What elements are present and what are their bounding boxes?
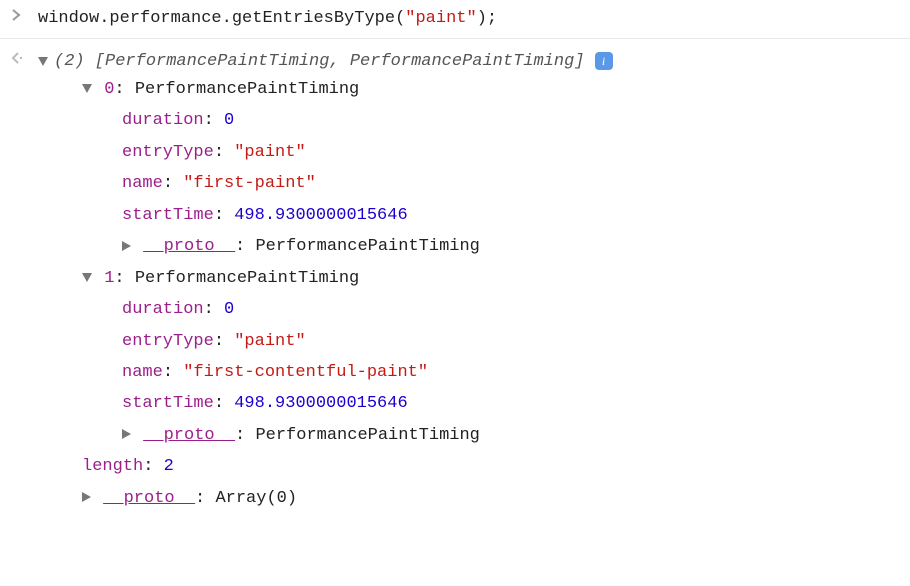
- expand-toggle-icon[interactable]: [82, 492, 91, 502]
- expand-toggle-icon[interactable]: [82, 273, 92, 282]
- property-value: "paint": [234, 332, 305, 351]
- entry-type: PerformancePaintTiming: [135, 80, 359, 99]
- property-row[interactable]: duration: 0: [38, 105, 902, 136]
- console-panel: window.performance.getEntriesByType("pai…: [0, 0, 910, 520]
- output-summary[interactable]: (2) [PerformancePaintTiming, Performance…: [38, 49, 902, 75]
- proto-row[interactable]: __proto__: PerformancePaintTiming: [38, 231, 902, 262]
- length-row[interactable]: length: 2: [38, 451, 902, 482]
- console-input-row[interactable]: window.performance.getEntriesByType("pai…: [0, 0, 910, 39]
- property-key: entryType: [122, 332, 214, 351]
- property-row[interactable]: startTime: 498.9300000015646: [38, 388, 902, 419]
- expand-toggle-icon[interactable]: [82, 84, 92, 93]
- property-value: 0: [224, 300, 234, 319]
- length-value: 2: [164, 457, 174, 476]
- array-entry-row[interactable]: 1: PerformancePaintTiming: [38, 263, 902, 294]
- entry-index: 0: [104, 80, 114, 99]
- proto-key: __proto__: [143, 237, 235, 256]
- expand-toggle-icon[interactable]: [122, 429, 131, 439]
- property-key: entryType: [122, 143, 214, 162]
- property-key: name: [122, 174, 163, 193]
- property-value: "first-paint": [183, 174, 316, 193]
- console-input-text: window.performance.getEntriesByType("pai…: [38, 9, 497, 28]
- output-icon: [10, 51, 24, 65]
- proto-value: PerformancePaintTiming: [255, 237, 479, 256]
- expand-toggle-icon[interactable]: [122, 241, 131, 251]
- property-value: 498.9300000015646: [234, 394, 407, 413]
- property-row[interactable]: startTime: 498.9300000015646: [38, 200, 902, 231]
- proto-row[interactable]: __proto__: PerformancePaintTiming: [38, 420, 902, 451]
- info-badge-icon[interactable]: i: [595, 52, 613, 70]
- array-entry-row[interactable]: 0: PerformancePaintTiming: [38, 74, 902, 105]
- property-key: duration: [122, 111, 204, 130]
- property-value: 0: [224, 111, 234, 130]
- property-row[interactable]: name: "first-contentful-paint": [38, 357, 902, 388]
- property-row[interactable]: entryType: "paint": [38, 137, 902, 168]
- expand-toggle-icon[interactable]: [38, 57, 48, 66]
- property-key: name: [122, 363, 163, 382]
- property-value: 498.9300000015646: [234, 206, 407, 225]
- property-key: startTime: [122, 394, 214, 413]
- array-proto-row[interactable]: __proto__: Array(0): [38, 483, 902, 514]
- length-key: length: [82, 457, 143, 476]
- property-key: duration: [122, 300, 204, 319]
- prompt-icon: [12, 8, 22, 29]
- array-summary-text: (2) [PerformancePaintTiming, Performance…: [54, 49, 585, 75]
- proto-key: __proto__: [143, 426, 235, 445]
- property-row[interactable]: entryType: "paint": [38, 326, 902, 357]
- property-row[interactable]: duration: 0: [38, 294, 902, 325]
- property-row[interactable]: name: "first-paint": [38, 168, 902, 199]
- console-output-row: (2) [PerformancePaintTiming, Performance…: [0, 39, 910, 521]
- property-key: startTime: [122, 206, 214, 225]
- entry-type: PerformancePaintTiming: [135, 269, 359, 288]
- entry-index: 1: [104, 269, 114, 288]
- property-value: "first-contentful-paint": [183, 363, 428, 382]
- proto-key: __proto__: [103, 489, 195, 508]
- proto-value: Array(0): [215, 489, 297, 508]
- property-value: "paint": [234, 143, 305, 162]
- proto-value: PerformancePaintTiming: [255, 426, 479, 445]
